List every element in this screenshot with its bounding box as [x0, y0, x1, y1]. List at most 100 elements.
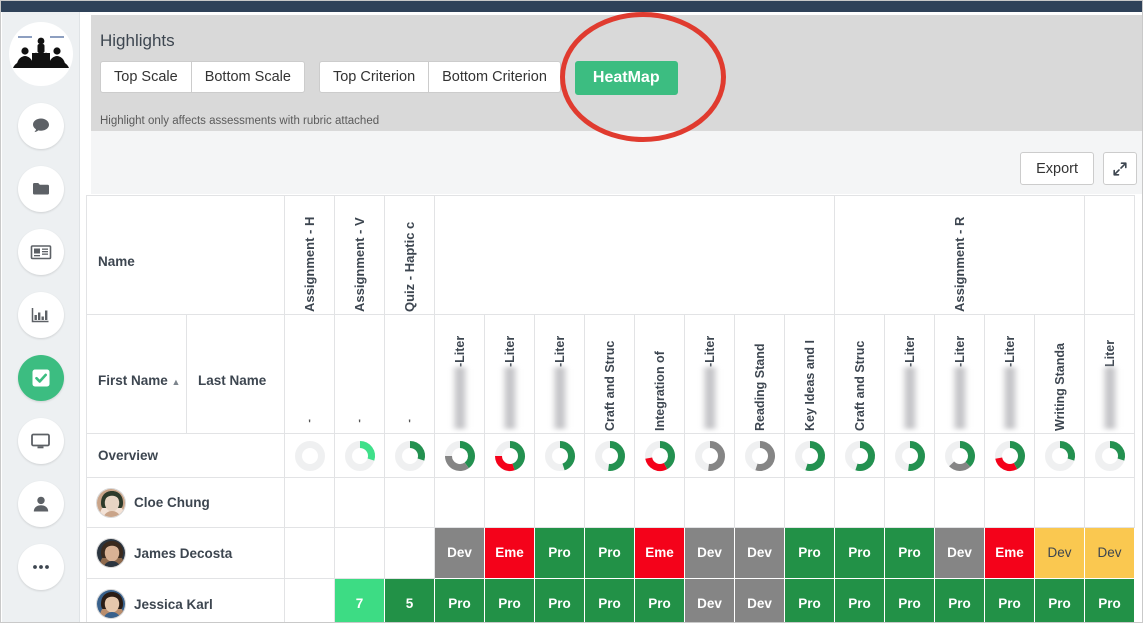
sidebar-item-assessments[interactable] [17, 355, 64, 401]
overview-donut-cell-13[interactable] [884, 433, 935, 478]
bottom-criterion-button[interactable]: Bottom Criterion [429, 61, 561, 93]
criterion-header-10[interactable]: Reading Stand [734, 314, 785, 434]
criterion-header-4[interactable]: -Liter [434, 314, 485, 434]
score-cell[interactable] [384, 477, 435, 528]
score-cell[interactable]: Dev [1084, 527, 1135, 579]
score-cell[interactable]: Pro [784, 578, 835, 622]
score-cell[interactable] [734, 477, 785, 528]
score-cell[interactable] [684, 477, 735, 528]
assignment-header-3[interactable]: Quiz - Haptic c [384, 195, 435, 315]
score-cell[interactable]: Eme [634, 527, 685, 579]
score-cell[interactable] [984, 477, 1035, 528]
classroom-logo[interactable] [8, 22, 73, 86]
score-cell[interactable]: Eme [984, 527, 1035, 579]
sidebar-item-reports[interactable] [17, 292, 64, 338]
score-cell[interactable] [934, 477, 985, 528]
overview-donut-cell-2[interactable] [334, 433, 385, 478]
score-cell[interactable]: Dev [734, 578, 785, 622]
top-criterion-button[interactable]: Top Criterion [318, 61, 430, 93]
score-cell[interactable]: Pro [834, 527, 885, 579]
criterion-header-17[interactable]: Liter [1084, 314, 1135, 434]
score-cell[interactable] [384, 527, 435, 579]
score-cell[interactable]: 7 [334, 578, 385, 622]
overview-donut-cell-14[interactable] [934, 433, 985, 478]
overview-donut-cell-5[interactable] [484, 433, 535, 478]
score-cell[interactable]: Pro [934, 578, 985, 622]
overview-donut-cell-6[interactable] [534, 433, 585, 478]
score-cell[interactable]: Pro [1084, 578, 1135, 622]
overview-donut-cell-11[interactable] [784, 433, 835, 478]
score-cell[interactable]: Pro [634, 578, 685, 622]
score-cell[interactable] [334, 527, 385, 579]
first-name-header[interactable]: First Name ▲ [86, 314, 187, 434]
overview-donut-cell-4[interactable] [434, 433, 485, 478]
score-cell[interactable] [334, 477, 385, 528]
last-name-header[interactable]: Last Name [186, 314, 285, 434]
expand-button[interactable] [1103, 152, 1137, 185]
heatmap-button[interactable]: HeatMap [574, 61, 678, 95]
overview-donut-cell-7[interactable] [584, 433, 635, 478]
overview-donut-cell-16[interactable] [1034, 433, 1085, 478]
score-cell[interactable] [484, 477, 535, 528]
sidebar-item-files[interactable] [17, 166, 64, 212]
score-cell[interactable]: Pro [984, 578, 1035, 622]
sidebar-item-messages[interactable] [17, 103, 64, 149]
assignment-header-2[interactable]: Assignment - V [334, 195, 385, 315]
sidebar-item-profile[interactable] [17, 481, 64, 527]
score-cell[interactable]: Dev [734, 527, 785, 579]
score-cell[interactable] [534, 477, 585, 528]
student-name-cell[interactable]: Jessica Karl [86, 578, 285, 622]
score-cell[interactable]: Pro [534, 578, 585, 622]
sidebar-item-news[interactable] [17, 229, 64, 275]
score-cell[interactable] [834, 477, 885, 528]
criterion-header-15[interactable]: -Liter [984, 314, 1035, 434]
criterion-header-2[interactable]: ' [334, 314, 385, 434]
score-cell[interactable]: Eme [484, 527, 535, 579]
score-cell[interactable]: Pro [884, 527, 935, 579]
score-cell[interactable]: Dev [684, 527, 735, 579]
criterion-header-13[interactable]: -Liter [884, 314, 935, 434]
score-cell[interactable]: Dev [1034, 527, 1085, 579]
score-cell[interactable] [1084, 477, 1135, 528]
export-button[interactable]: Export [1020, 152, 1094, 185]
score-cell[interactable]: Pro [884, 578, 935, 622]
overview-donut-cell-1[interactable] [284, 433, 335, 478]
score-cell[interactable]: Pro [484, 578, 535, 622]
criterion-header-16[interactable]: Writing Standa [1034, 314, 1085, 434]
criterion-header-8[interactable]: Integration of [634, 314, 685, 434]
score-cell[interactable] [284, 477, 335, 528]
score-cell[interactable] [284, 578, 335, 622]
score-cell[interactable]: Pro [834, 578, 885, 622]
student-name-cell[interactable]: James Decosta [86, 527, 285, 579]
score-cell[interactable]: 5 [384, 578, 435, 622]
criterion-header-1[interactable]: ' [284, 314, 335, 434]
score-cell[interactable]: Pro [584, 578, 635, 622]
overview-donut-cell-8[interactable] [634, 433, 685, 478]
assignment-header-6[interactable] [1084, 195, 1135, 315]
criterion-header-9[interactable]: -Liter [684, 314, 735, 434]
criterion-header-5[interactable]: -Liter [484, 314, 535, 434]
score-cell[interactable]: Pro [1034, 578, 1085, 622]
overview-donut-cell-10[interactable] [734, 433, 785, 478]
assignment-header-4[interactable] [434, 195, 835, 315]
student-name-cell[interactable]: Cloe Chung [86, 477, 285, 528]
bottom-scale-button[interactable]: Bottom Scale [191, 61, 305, 93]
criterion-header-3[interactable]: ' [384, 314, 435, 434]
overview-donut-cell-9[interactable] [684, 433, 735, 478]
score-cell[interactable] [1034, 477, 1085, 528]
criterion-header-6[interactable]: -Liter [534, 314, 585, 434]
criterion-header-14[interactable]: -Liter [934, 314, 985, 434]
score-cell[interactable] [634, 477, 685, 528]
overview-donut-cell-15[interactable] [984, 433, 1035, 478]
score-cell[interactable] [434, 477, 485, 528]
score-cell[interactable]: Pro [434, 578, 485, 622]
score-cell[interactable]: Dev [434, 527, 485, 579]
score-cell[interactable]: Dev [684, 578, 735, 622]
top-scale-button[interactable]: Top Scale [100, 61, 192, 93]
overview-donut-cell-12[interactable] [834, 433, 885, 478]
score-cell[interactable]: Dev [934, 527, 985, 579]
score-cell[interactable]: Pro [784, 527, 835, 579]
score-cell[interactable] [584, 477, 635, 528]
assignment-header-5[interactable]: Assignment - R [834, 195, 1085, 315]
score-cell[interactable] [284, 527, 335, 579]
